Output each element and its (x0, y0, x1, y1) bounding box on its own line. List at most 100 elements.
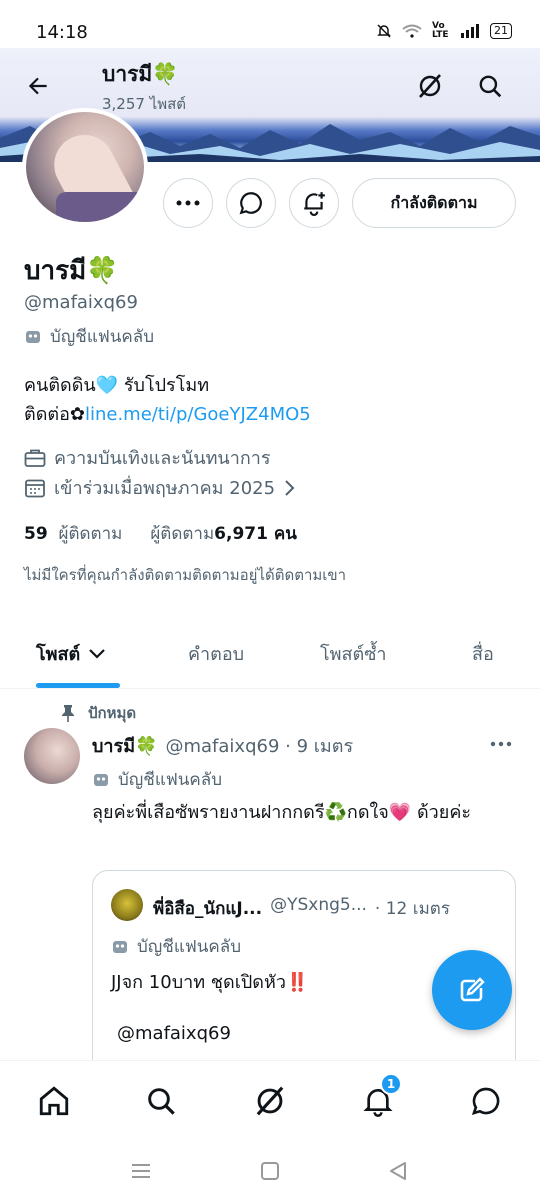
back-button[interactable] (20, 68, 56, 104)
category-text: ความบันเทิงและนันทนาการ (54, 448, 271, 469)
briefcase-icon (24, 449, 46, 467)
grok-button[interactable] (412, 68, 448, 104)
quoted-text-line-2: @mafaixq69 (117, 1023, 231, 1044)
quoted-fan-label: บัญชีแฟนคลับ (111, 933, 241, 960)
bio-contact-prefix: ติดต่อ✿ (24, 404, 85, 425)
fan-account-text: บัญชีแฟนคลับ (50, 327, 155, 347)
status-icons: Vo LTE 21 (376, 22, 512, 40)
grok-icon (256, 1086, 284, 1116)
bell-plus-icon (304, 192, 325, 216)
following-label: ผู้ติดตาม (58, 524, 123, 544)
bio-line-1: คนติดดิน🩵 รับโปรโมท (24, 375, 210, 396)
more-icon (490, 741, 512, 747)
tab-reposts[interactable]: โพสต์ซ้ำ (320, 639, 387, 668)
system-back-button[interactable] (383, 1156, 413, 1186)
followers-label: ผู้ติดตาม (150, 524, 215, 544)
square-icon (261, 1162, 279, 1180)
header-post-count: 3,257 ไพสต์ (102, 95, 187, 113)
fan-mask-icon (113, 940, 127, 953)
quoted-author-avatar (111, 889, 143, 921)
search-button[interactable] (472, 68, 508, 104)
wifi-icon (402, 24, 422, 38)
post-more-button[interactable] (490, 728, 512, 752)
bottom-navigation: 1 (0, 1060, 540, 1140)
grok-icon (419, 74, 441, 98)
post-author-avatar[interactable] (24, 728, 80, 784)
signal-icon (461, 24, 479, 38)
message-button[interactable] (226, 178, 276, 228)
more-icon (176, 200, 200, 206)
search-icon (148, 1088, 175, 1115)
battery-indicator: 21 (490, 23, 512, 39)
profile-name: บารมี🍀 (24, 256, 119, 286)
message-icon (239, 192, 262, 215)
back-arrow-icon (28, 77, 47, 95)
chevron-right-icon (285, 479, 295, 496)
tab-posts-label: โพสต์ (36, 644, 81, 665)
post-header: บารมี🍀 @mafaixq69 · 9 เมตร (92, 731, 353, 760)
compose-icon (460, 977, 485, 1002)
post-text: ลุยค่ะพี่เสือซัพรายงานฝากกดรี♻️กดใจ💗 ด้ว… (92, 802, 472, 823)
mute-bell-icon (377, 24, 391, 38)
post-fan-text: บัญชีแฟนคลับ (118, 770, 223, 790)
menu-icon (132, 1164, 150, 1178)
bio-line-2: ติดต่อ✿line.me/ti/p/GoeYJZ4MO5 (24, 399, 311, 428)
calendar-icon (25, 479, 45, 497)
chevron-down-icon (89, 648, 105, 659)
tab-media[interactable]: สื่อ (472, 639, 494, 668)
followers-count: 6,971 คน (214, 524, 297, 544)
fan-mask-icon (94, 773, 108, 786)
mutual-followers-text: ไม่มีใครที่คุณกำลังติดตามติดตามอยู่ได้ติ… (24, 566, 347, 584)
fan-mask-icon (26, 330, 40, 343)
following-count: 59 (24, 524, 48, 544)
nav-search[interactable] (139, 1079, 183, 1123)
notification-badge: 1 (380, 1073, 402, 1095)
profile-handle: @mafaixq69 (24, 292, 138, 313)
system-navigation-bar (0, 1140, 540, 1200)
nav-notifications[interactable]: 1 (356, 1073, 402, 1123)
nav-grok[interactable] (248, 1079, 292, 1123)
bio-link[interactable]: line.me/ti/p/GoeYJZ4MO5 (85, 404, 311, 425)
followers-stat[interactable]: ผู้ติดตาม6,971 คน (150, 520, 297, 547)
following-button[interactable]: กำลังติดตาม (352, 178, 516, 228)
compose-button[interactable] (432, 950, 512, 1030)
fan-account-label[interactable]: บัญชีแฟนคลับ (24, 323, 154, 350)
triangle-back-icon (390, 1162, 406, 1180)
join-date[interactable]: เข้าร่วมเมื่อพฤษภาคม 2025 (24, 473, 295, 502)
search-icon (479, 75, 502, 98)
pinned-text: ปักหมุด (88, 704, 137, 722)
post-fan-label: บัญชีแฟนคลับ (92, 766, 222, 793)
join-date-text: เข้าร่วมเมื่อพฤษภาคม 2025 (54, 478, 276, 499)
nav-home[interactable] (32, 1079, 76, 1123)
pinned-label: ปักหมุด (60, 701, 136, 725)
status-bar: 14:18 Vo LTE 21 (0, 0, 540, 48)
nav-messages[interactable] (464, 1079, 508, 1123)
tab-posts[interactable]: โพสต์ (36, 639, 106, 668)
profile-avatar[interactable] (22, 108, 148, 226)
status-time: 14:18 (36, 22, 88, 43)
more-options-button[interactable] (163, 178, 213, 228)
home-icon (39, 1086, 69, 1116)
notifications-subscribe-button[interactable] (289, 178, 339, 228)
system-home-button[interactable] (255, 1156, 285, 1186)
profile-tabs: โพสต์ คำตอบ โพสต์ซ้ำ สื่อ (0, 625, 540, 689)
following-stat[interactable]: 59 ผู้ติดตาม (24, 520, 122, 547)
quoted-text-line-1: JJจก 10บาท ชุดเปิดหัว‼️ (111, 972, 309, 993)
system-recents-button[interactable] (126, 1156, 156, 1186)
avatar-image-shape-2 (56, 192, 144, 222)
message-icon (471, 1087, 500, 1116)
post-handle-time: @mafaixq69 · 9 เมตร (165, 736, 354, 757)
quoted-post-time: · 12 เมตร (374, 899, 450, 919)
tab-replies[interactable]: คำตอบ (188, 639, 244, 668)
active-tab-indicator (36, 683, 120, 688)
pin-icon (62, 705, 74, 722)
header-title: บารมี🍀 (102, 62, 179, 86)
quoted-fan-text: บัญชีแฟนคลับ (137, 937, 242, 957)
post-author-name[interactable]: บารมี🍀 (92, 731, 157, 760)
quoted-author-name: พี่อิสือ_นักแJ... (153, 899, 263, 919)
profile-category: ความบันเทิงและนันทนาการ (24, 443, 271, 472)
follow-stats: 59 ผู้ติดตาม ผู้ติดตาม6,971 คน (24, 520, 297, 547)
volte-label: Vo LTE (432, 21, 449, 40)
quoted-author-handle: @YSxng5... (270, 895, 367, 915)
quoted-post-header: พี่อิสือ_นักแJ... @YSxng5... · 12 เมตร (153, 895, 450, 922)
